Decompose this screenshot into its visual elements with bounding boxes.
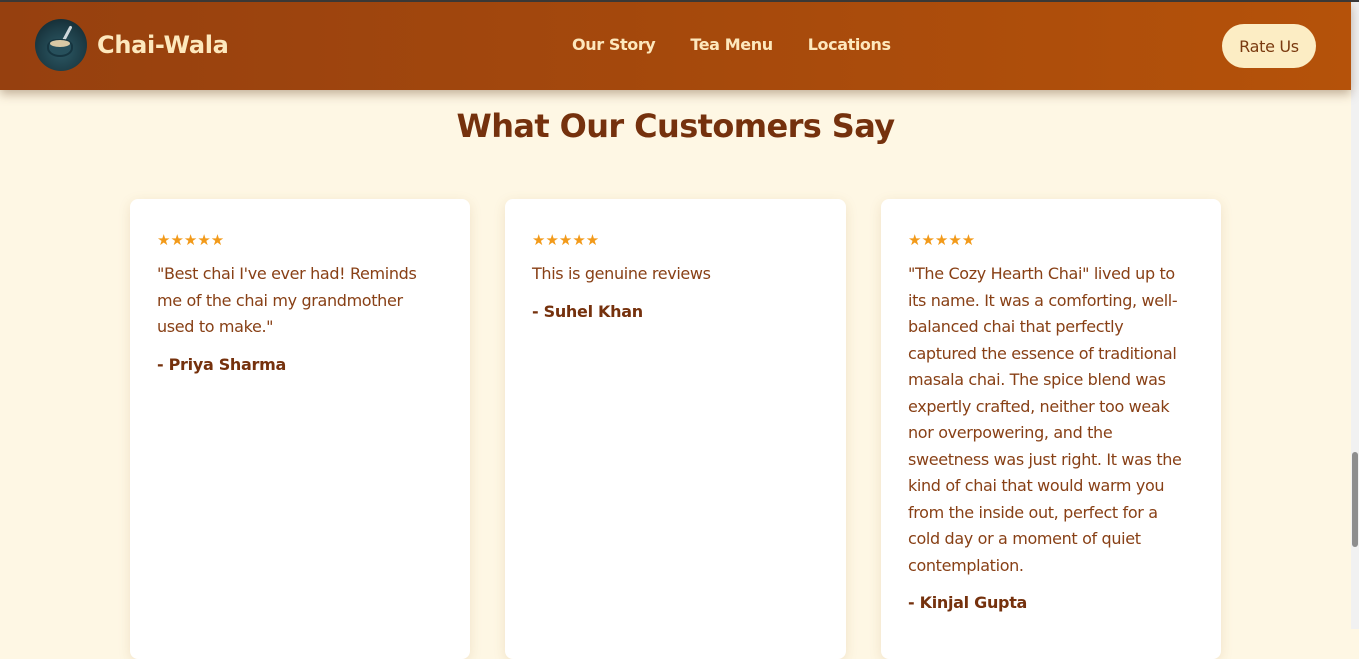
nav-link-locations[interactable]: Locations [808, 35, 891, 54]
scrollbar-thumb[interactable] [1352, 452, 1358, 547]
review-card: ★★★★★ "Best chai I've ever had! Reminds … [130, 199, 470, 659]
nav-links: Our Story Tea Menu Locations [572, 35, 891, 54]
review-card: ★★★★★ This is genuine reviews - Suhel Kh… [505, 199, 846, 659]
rate-us-button[interactable]: Rate Us [1222, 24, 1316, 68]
review-text: "Best chai I've ever had! Reminds me of … [157, 264, 417, 336]
review-author: - Priya Sharma [157, 354, 286, 374]
review-author: - Suhel Khan [532, 301, 643, 321]
review-author: - Kinjal Gupta [908, 593, 1028, 612]
brand-name[interactable]: Chai-Wala [97, 31, 229, 59]
star-rating: ★★★★★ [157, 231, 225, 249]
page-scrollbar[interactable] [1351, 2, 1359, 629]
tea-cup-icon [35, 19, 87, 71]
tea-surface [50, 40, 70, 47]
review-text: "The Cozy Hearth Chai" lived up to its n… [908, 264, 1182, 575]
star-rating: ★★★★★ [908, 231, 976, 249]
review-card: ★★★★★ "The Cozy Hearth Chai" lived up to… [881, 199, 1221, 659]
brand[interactable]: Chai-Wala [35, 19, 229, 71]
section-title: What Our Customers Say [456, 107, 896, 145]
nav-link-our-story[interactable]: Our Story [572, 35, 656, 54]
nav-link-tea-menu[interactable]: Tea Menu [690, 35, 773, 54]
review-text: This is genuine reviews [532, 264, 711, 283]
star-rating: ★★★★★ [532, 231, 600, 249]
navbar: Chai-Wala Our Story Tea Menu Locations R… [0, 2, 1351, 90]
